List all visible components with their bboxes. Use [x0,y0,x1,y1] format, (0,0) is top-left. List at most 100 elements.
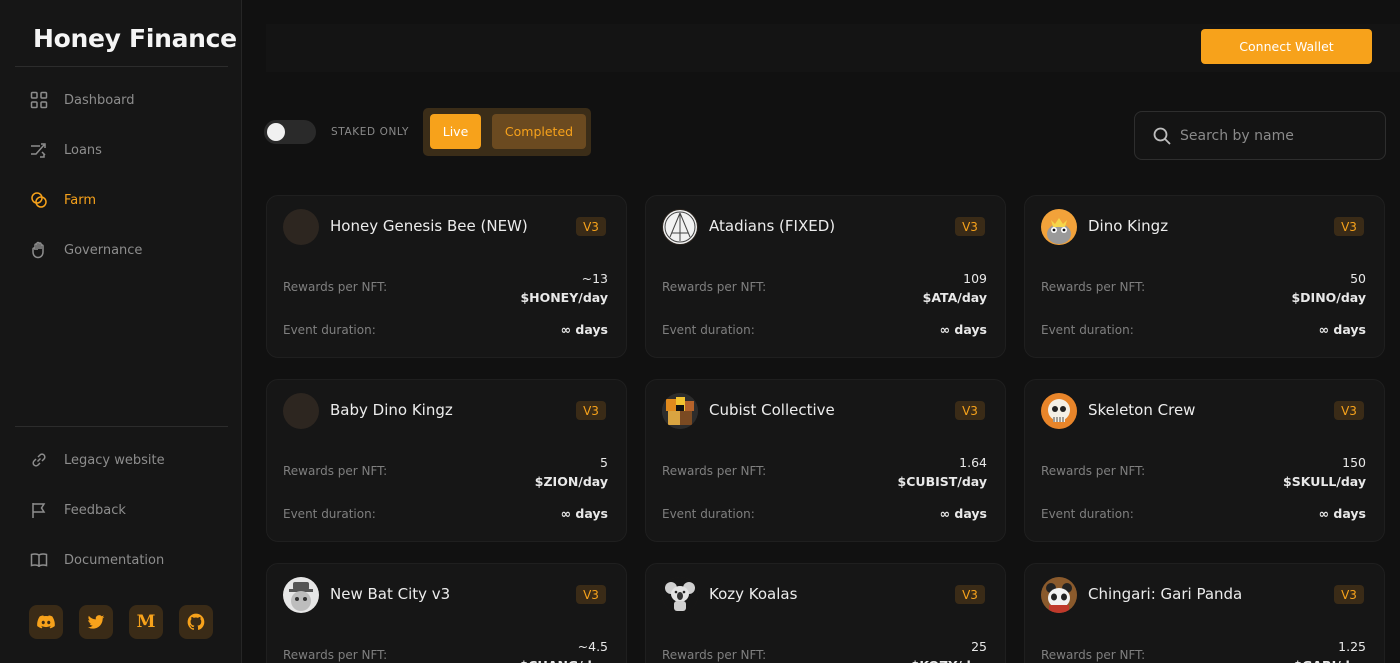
connect-wallet-button[interactable]: Connect Wallet [1201,29,1372,64]
rewards-label: Rewards per NFT: [662,648,767,662]
rewards-value: 1.64 $CUBIST/day [898,453,987,491]
sidebar-item-label: Dashboard [64,92,135,108]
rewards-value: 150 $SKULL/day [1283,453,1366,491]
farm-card[interactable]: Cubist Collective V3 Rewards per NFT: 1.64 $… [645,379,1006,542]
github-button[interactable] [179,605,213,639]
discord-button[interactable] [29,605,63,639]
collection-avatar [1041,393,1077,429]
sidebar-item-documentation[interactable]: Documentation [30,548,164,572]
twitter-button[interactable] [79,605,113,639]
duration-label: Event duration: [662,507,755,521]
collection-name: Atadians (FIXED) [709,217,836,235]
grid-icon [30,91,48,109]
rewards-unit: $HONEY/day [520,290,608,305]
collection-avatar [283,393,319,429]
hand-icon [30,241,48,259]
rewards-value: 109 $ATA/day [923,269,987,307]
sidebar-item-label: Feedback [64,502,126,518]
collection-avatar [662,209,698,245]
sidebar-item-farm[interactable]: Farm [30,188,96,212]
rewards-label: Rewards per NFT: [1041,648,1146,662]
rewards-amount: ~4.5 [577,639,608,654]
collection-name: Kozy Koalas [709,585,798,603]
sidebar-item-label: Legacy website [64,452,165,468]
farm-card[interactable]: Dino Kingz V3 Rewards per NFT: 50 $DINO/day E… [1024,195,1385,358]
toggle-knob [267,123,285,141]
rewards-amount: 5 [600,455,608,470]
farm-card[interactable]: Baby Dino Kingz V3 Rewards per NFT: 5 $ZION/… [266,379,627,542]
rewards-label: Rewards per NFT: [662,464,767,478]
rewards-amount: 109 [963,271,987,286]
medium-icon: M [136,612,156,632]
version-badge: V3 [955,585,985,604]
version-badge: V3 [576,217,606,236]
staked-only-label: STAKED ONLY [331,126,409,138]
coins-icon [30,191,48,209]
duration-value: ∞ days [939,322,987,337]
rewards-amount: 1.64 [959,455,987,470]
collection-avatar [1041,577,1077,613]
brand-logo[interactable]: Honey Finance [33,24,237,53]
twitter-icon [87,615,105,629]
sidebar: Honey Finance Dashboard Loans Farm Gover… [0,0,242,663]
collection-name: Skeleton Crew [1088,401,1196,419]
rewards-label: Rewards per NFT: [283,464,388,478]
collection-avatar [1041,209,1077,245]
collection-name: Cubist Collective [709,401,835,419]
duration-label: Event duration: [662,323,755,337]
version-badge: V3 [1334,585,1364,604]
farm-card[interactable]: Atadians (FIXED) V3 Rewards per NFT: 109 $AT… [645,195,1006,358]
collection-name: Chingari: Gari Panda [1088,585,1243,603]
discord-icon [37,615,55,629]
rewards-label: Rewards per NFT: [1041,280,1146,294]
sidebar-divider [15,66,228,67]
search-icon [1153,127,1171,145]
tab-completed[interactable]: Completed [492,114,586,149]
farm-card[interactable]: Honey Genesis Bee (NEW) V3 Rewards per NFT… [266,195,627,358]
book-icon [30,551,48,569]
sidebar-item-label: Governance [64,242,143,258]
rewards-unit: $ATA/day [922,290,987,305]
sidebar-item-loans[interactable]: Loans [30,138,102,162]
sidebar-item-legacy-website[interactable]: Legacy website [30,448,165,472]
farm-card[interactable]: New Bat City v3 V3 Rewards per NFT: ~4.5 $CH… [266,563,627,663]
rewards-label: Rewards per NFT: [662,280,767,294]
collection-avatar [283,577,319,613]
rewards-value: ~4.5 $CHANG/day [520,637,608,663]
rewards-label: Rewards per NFT: [283,280,388,294]
rewards-value: 25 $KOZY/day [911,637,987,663]
duration-value: ∞ days [1318,322,1366,337]
version-badge: V3 [576,585,606,604]
medium-button[interactable]: M [129,605,163,639]
staked-only-toggle[interactable] [264,120,316,144]
rewards-amount: 25 [971,639,987,654]
rewards-value: ~13 $HONEY/day [520,269,608,307]
sidebar-item-governance[interactable]: Governance [30,238,142,262]
rewards-value: 1.25 $GARI/day [1293,637,1366,663]
sidebar-item-dashboard[interactable]: Dashboard [30,88,135,112]
link-icon [30,451,48,469]
collection-name: New Bat City v3 [330,585,451,603]
search-input[interactable] [1180,127,1370,144]
version-badge: V3 [576,401,606,420]
farm-card[interactable]: Skeleton Crew V3 Rewards per NFT: 150 $SKULL… [1024,379,1385,542]
rewards-unit: $CHANG/day [520,656,608,663]
farm-card[interactable]: Chingari: Gari Panda V3 Rewards per NFT: 1.… [1024,563,1385,663]
rewards-unit: $DINO/day [1291,290,1366,305]
collection-name: Honey Genesis Bee (NEW) [330,217,528,235]
collection-avatar [283,209,319,245]
tab-live[interactable]: Live [430,114,481,149]
collection-avatar [662,393,698,429]
social-links: M [29,605,213,639]
swap-arrows-icon [30,141,48,159]
duration-value: ∞ days [560,506,608,521]
sidebar-item-feedback[interactable]: Feedback [30,498,126,522]
rewards-value: 50 $DINO/day [1291,269,1366,307]
sidebar-item-label: Loans [64,142,102,158]
version-badge: V3 [1334,217,1364,236]
sidebar-item-label: Farm [64,192,97,208]
rewards-unit: $SKULL/day [1283,474,1366,489]
rewards-label: Rewards per NFT: [1041,464,1146,478]
github-icon [187,613,205,630]
farm-card[interactable]: Kozy Koalas V3 Rewards per NFT: 25 $KOZY/day [645,563,1006,663]
